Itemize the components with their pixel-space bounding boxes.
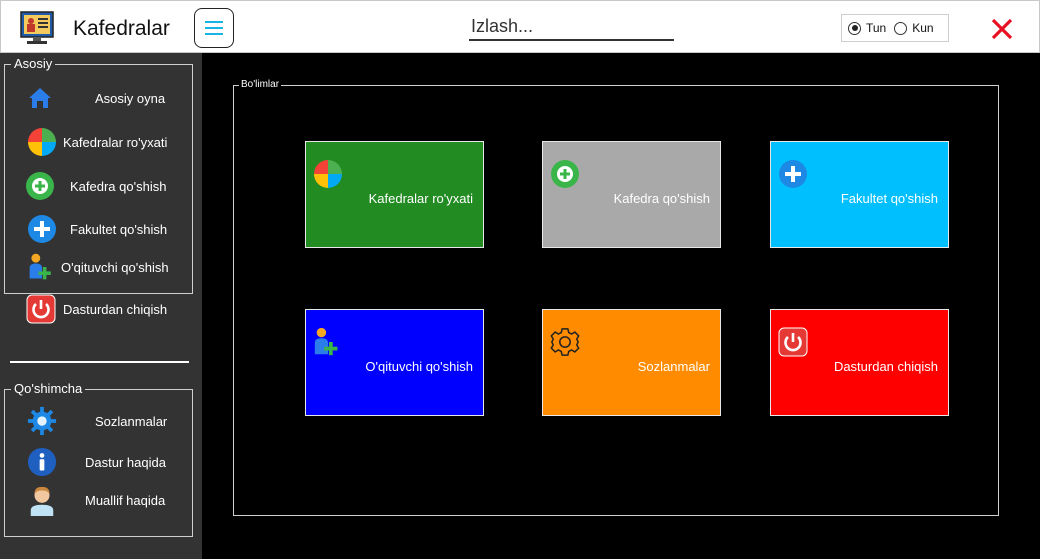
sidebar-item-kafedra-qoshish[interactable]: Kafedra qo'shish: [5, 166, 191, 206]
sidebar-item-muallif-haqida[interactable]: Muallif haqida: [5, 480, 191, 520]
sidebar-item-asosiy-oyna[interactable]: Asosiy oyna: [5, 78, 191, 118]
group-title: Qo'shimcha: [11, 381, 86, 397]
sidebar-item-label: O'qituvchi qo'shish: [61, 259, 169, 275]
menu-toggle-button[interactable]: [194, 8, 234, 48]
info-icon: [27, 447, 57, 477]
theme-radio-kun[interactable]: Kun: [894, 21, 934, 35]
sidebar-item-dasturdan-chiqish-row[interactable]: Dasturdan chiqish: [4, 289, 190, 329]
author-icon: [27, 485, 57, 516]
sidebar-item-label: Asosiy oyna: [95, 90, 166, 106]
sidebar-item-oqituvchi-qoshish[interactable]: O'qituvchi qo'shish: [5, 247, 191, 287]
tile-label: O'qituvchi qo'shish: [365, 359, 473, 374]
theme-radio-label: Tun: [866, 21, 887, 35]
search-field[interactable]: [469, 13, 674, 41]
sidebar-item-label: Dasturdan chiqish: [63, 301, 168, 317]
sidebar-item-label: Dastur haqida: [85, 454, 166, 470]
main-panel: Bo'limlar Kafedralar ro'yxati Kafedra qo…: [202, 53, 1040, 559]
app-title: Kafedralar: [73, 17, 170, 40]
theme-radio-tun[interactable]: Tun: [848, 21, 886, 35]
tile-kafedralar-royxati[interactable]: Kafedralar ro'yxati: [305, 141, 484, 248]
close-icon: [991, 18, 1013, 40]
group-title: Asosiy: [11, 56, 56, 72]
sections-title: Bo'limlar: [239, 78, 282, 92]
sidebar-group-asosiy: Asosiy Asosiy oyna Kafedralar ro'yxati K…: [4, 56, 193, 294]
theme-switch: Tun Kun: [841, 14, 949, 42]
sidebar-item-label: Kafedra qo'shish: [70, 178, 167, 194]
tile-label: Kafedra qo'shish: [613, 191, 710, 206]
power-icon: [26, 294, 56, 324]
tile-kafedra-qoshish[interactable]: Kafedra qo'shish: [542, 141, 721, 248]
app-logo-icon: [19, 10, 55, 46]
sidebar-group-qoshimcha: Qo'shimcha Sozlanmalar Dastur haqida Mua…: [4, 381, 193, 537]
home-icon: [25, 83, 55, 113]
sections-group: Bo'limlar Kafedralar ro'yxati Kafedra qo…: [233, 78, 999, 516]
pie-chart-icon: [312, 158, 344, 190]
sidebar-divider: [10, 361, 189, 363]
tile-label: Dasturdan chiqish: [833, 359, 938, 374]
add-circle-blue-icon: [777, 158, 809, 190]
add-circle-green-icon: [549, 158, 581, 190]
tile-fakultet-qoshish[interactable]: Fakultet qo'shish: [770, 141, 949, 248]
tile-sozlanmalar[interactable]: Sozlanmalar: [542, 309, 721, 416]
sidebar-item-label: Fakultet qo'shish: [70, 221, 168, 237]
tile-oqituvchi-qoshish[interactable]: O'qituvchi qo'shish: [305, 309, 484, 416]
add-user-icon: [27, 252, 57, 282]
tile-label: Kafedralar ro'yxati: [368, 191, 473, 206]
theme-radio-label: Kun: [912, 21, 934, 35]
sidebar: Asosiy Asosiy oyna Kafedralar ro'yxati K…: [0, 53, 202, 559]
sidebar-item-label: Sozlanmalar: [95, 413, 168, 429]
search-input[interactable]: [469, 13, 674, 39]
sidebar-item-dastur-haqida[interactable]: Dastur haqida: [5, 442, 191, 482]
radio-unselected-icon[interactable]: [894, 21, 908, 35]
sidebar-item-label: Muallif haqida: [85, 492, 166, 508]
tile-dasturdan-chiqish[interactable]: Dasturdan chiqish: [770, 309, 949, 416]
gear-icon: [27, 406, 57, 436]
add-user-icon: [312, 326, 344, 358]
pie-chart-icon: [27, 127, 57, 157]
power-icon: [777, 326, 809, 358]
gear-outline-icon: [549, 326, 581, 358]
close-button[interactable]: [989, 16, 1015, 42]
sidebar-item-sozlanmalar[interactable]: Sozlanmalar: [5, 401, 191, 441]
tile-label: Sozlanmalar: [637, 359, 710, 374]
add-circle-blue-icon: [27, 214, 57, 244]
sidebar-item-kafedralar-royxati[interactable]: Kafedralar ro'yxati: [5, 122, 191, 162]
radio-selected-icon[interactable]: [848, 21, 861, 35]
title-bar: Kafedralar Tun Kun: [0, 0, 1040, 53]
hamburger-icon: [205, 21, 223, 35]
add-circle-green-icon: [25, 171, 55, 201]
sidebar-item-label: Kafedralar ro'yxati: [63, 134, 168, 150]
sidebar-item-fakultet-qoshish[interactable]: Fakultet qo'shish: [5, 209, 191, 249]
tile-label: Fakultet qo'shish: [840, 191, 938, 206]
